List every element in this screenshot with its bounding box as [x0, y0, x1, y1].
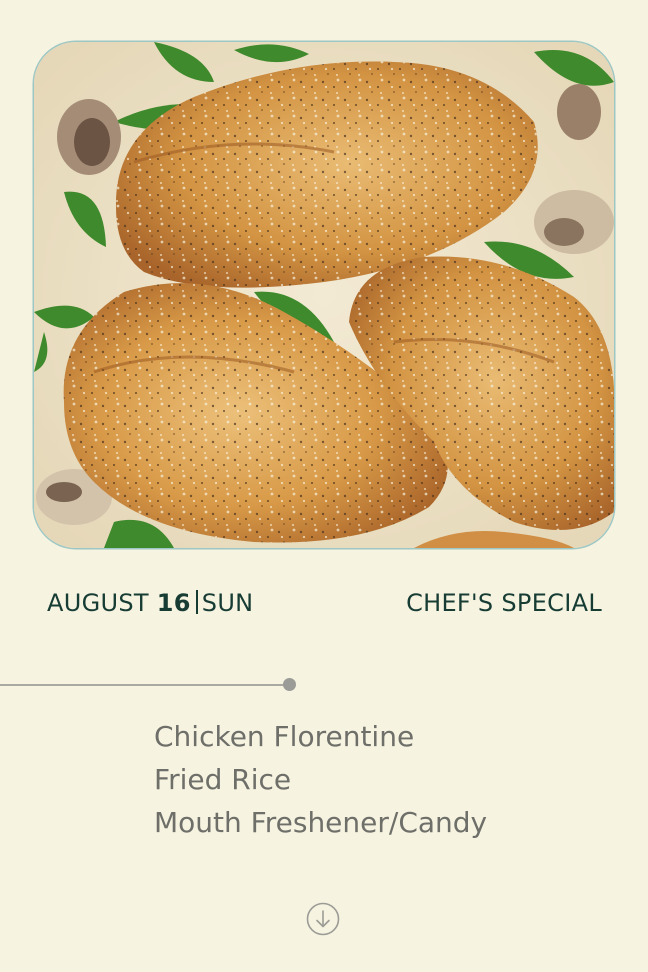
chefs-special-label: CHEF'S SPECIAL: [406, 589, 602, 617]
chicken-florentine-image: [34, 42, 614, 548]
scroll-down-button[interactable]: [306, 902, 340, 936]
menu-item: Fried Rice: [154, 763, 292, 796]
menu-item: Chicken Florentine: [154, 720, 415, 753]
timeline-dot: [283, 678, 296, 691]
date-label: AUGUST 16 SUN: [47, 589, 253, 617]
date-separator: [195, 590, 198, 614]
menu-item: Mouth Freshener/Candy: [154, 806, 488, 839]
weekday-label: SUN: [201, 589, 254, 617]
arrow-down-circle-icon: [306, 902, 340, 936]
day-number: 16: [156, 589, 191, 617]
timeline-line: [0, 684, 286, 686]
menu-list: Chicken Florentine Fried Rice Mouth Fres…: [154, 715, 487, 844]
month-label: AUGUST: [47, 589, 149, 617]
dish-photo: [34, 42, 614, 548]
